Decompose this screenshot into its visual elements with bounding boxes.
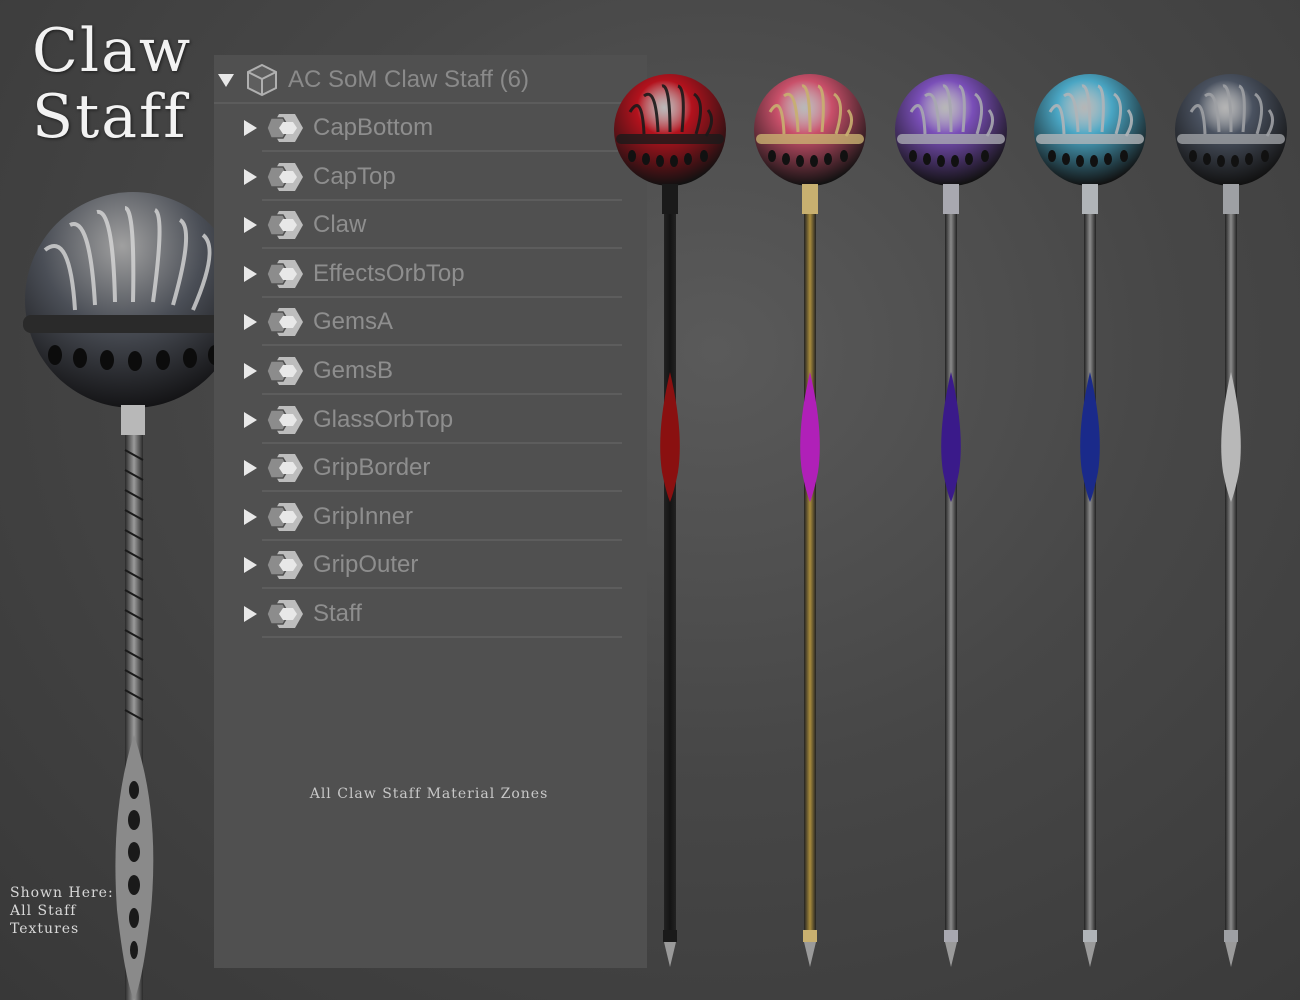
tree-root-label: AC SoM Claw Staff (6) xyxy=(288,66,529,93)
material-zone-icon xyxy=(265,256,305,292)
staff-variant-render xyxy=(895,74,1007,967)
staff-variant-render xyxy=(754,74,866,967)
expand-triangle-icon[interactable] xyxy=(244,411,257,428)
tree-item-label: GripInner xyxy=(313,502,414,530)
expand-triangle-icon[interactable] xyxy=(244,168,257,185)
tree-item-label: Claw xyxy=(313,211,367,239)
tree-item-label: EffectsOrbTop xyxy=(313,259,465,287)
material-zone-icon xyxy=(265,304,305,340)
tree-item-row[interactable]: Claw xyxy=(214,201,622,250)
staff-variant-render xyxy=(1175,74,1287,967)
title-line-2: Staff xyxy=(32,82,188,152)
expand-triangle-icon[interactable] xyxy=(244,314,257,331)
page-title: Claw Staff xyxy=(32,18,192,150)
expand-triangle-icon[interactable] xyxy=(244,508,257,525)
tree-item-label: Staff xyxy=(313,600,362,627)
tree-item-label: GemsB xyxy=(313,357,394,384)
tree-item-row[interactable]: GemsA xyxy=(214,298,622,347)
tree-item-row[interactable]: EffectsOrbTop xyxy=(214,250,622,298)
tree-item-row[interactable]: Staff xyxy=(214,590,622,638)
expand-triangle-icon[interactable] xyxy=(244,217,257,234)
material-zone-icon xyxy=(265,353,305,389)
material-zone-icon xyxy=(265,159,305,195)
material-zone-icon xyxy=(265,207,305,243)
expand-triangle-icon[interactable] xyxy=(218,73,234,87)
panel-caption: All Claw Staff Material Zones xyxy=(309,786,549,802)
figure-cube-icon xyxy=(244,62,280,98)
tree-item-row[interactable]: CapTop xyxy=(214,153,622,201)
tree-item-row[interactable]: GlassOrbTop xyxy=(214,396,622,444)
tree-item-label: GripBorder xyxy=(313,454,431,482)
material-zone-icon xyxy=(265,596,305,632)
title-line-1: Claw xyxy=(32,16,193,86)
tree-item-row[interactable]: CapBottom xyxy=(214,104,622,152)
footnote-line-2: All Staff xyxy=(10,903,77,919)
expand-triangle-icon[interactable] xyxy=(244,557,257,574)
footnote-line-3: Textures xyxy=(10,921,80,937)
material-zone-icon xyxy=(265,499,305,535)
scene-tree-panel: AC SoM Claw Staff (6) CapBottom CapTop Cla… xyxy=(214,55,647,968)
staff-variant-render xyxy=(1034,74,1146,967)
material-zone-icon xyxy=(265,547,305,583)
material-zone-icon xyxy=(265,402,305,438)
footnote: Shown Here: All Staff Textures xyxy=(10,884,114,938)
tree-item-row[interactable]: GripOuter xyxy=(214,541,622,590)
expand-triangle-icon[interactable] xyxy=(244,120,257,136)
material-zone-icon xyxy=(265,450,305,486)
tree-root-row[interactable]: AC SoM Claw Staff (6) xyxy=(214,58,624,104)
expand-triangle-icon[interactable] xyxy=(244,606,257,622)
tree-item-label: GemsA xyxy=(313,308,394,336)
tree-item-label: CapBottom xyxy=(313,114,434,141)
expand-triangle-icon[interactable] xyxy=(244,460,257,477)
material-zone-icon xyxy=(265,110,305,146)
staff-variant-render xyxy=(614,74,726,967)
tree-item-row[interactable]: GripBorder xyxy=(214,444,622,493)
tree-item-row[interactable]: GemsB xyxy=(214,347,622,395)
tree-item-label: CapTop xyxy=(313,162,396,190)
tree-item-row[interactable]: GripInner xyxy=(214,493,622,541)
tree-item-label: GripOuter xyxy=(313,551,419,579)
footnote-line-1: Shown Here: xyxy=(10,885,114,901)
tree-item-label: GlassOrbTop xyxy=(313,405,454,433)
expand-triangle-icon[interactable] xyxy=(244,265,257,282)
expand-triangle-icon[interactable] xyxy=(244,363,257,379)
